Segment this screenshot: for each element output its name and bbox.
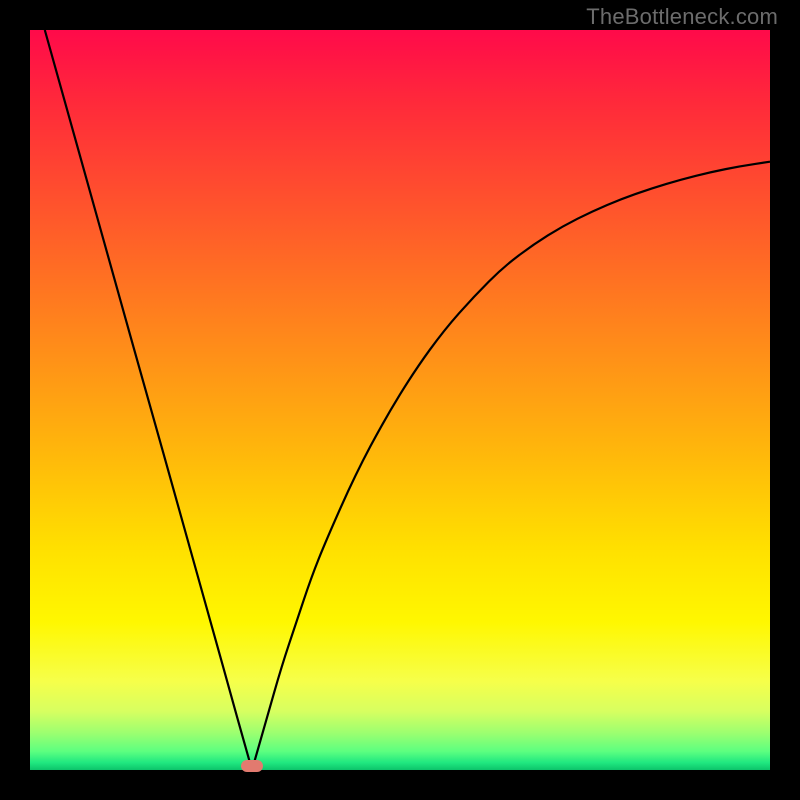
curve-layer	[30, 30, 770, 770]
chart-frame: TheBottleneck.com	[0, 0, 800, 800]
watermark-text: TheBottleneck.com	[586, 4, 778, 30]
bottleneck-curve	[45, 30, 770, 770]
plot-area	[30, 30, 770, 770]
vertex-marker	[241, 760, 263, 772]
